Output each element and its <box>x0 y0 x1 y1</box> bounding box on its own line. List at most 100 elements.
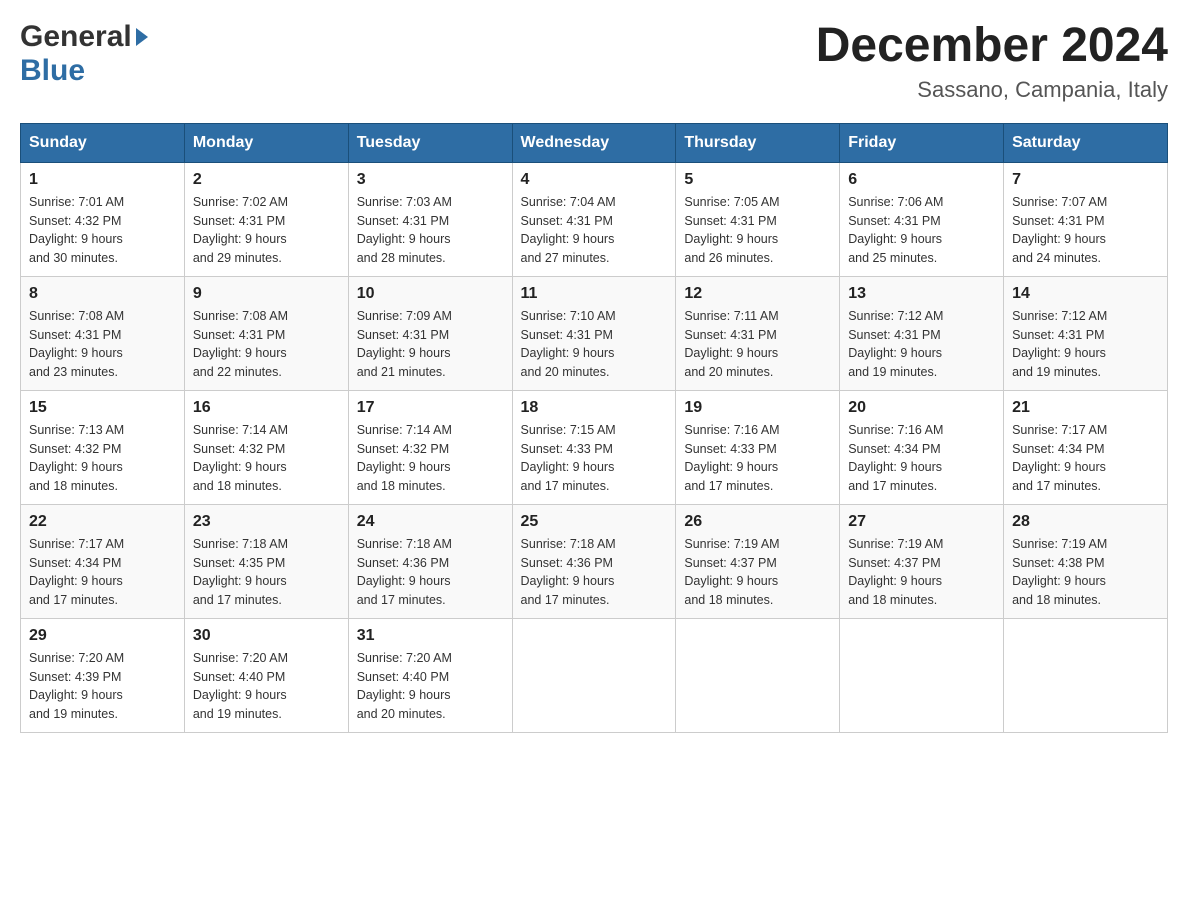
day-number: 6 <box>848 171 995 189</box>
calendar-cell <box>840 618 1004 732</box>
weekday-header-saturday: Saturday <box>1004 123 1168 162</box>
week-row-2: 8Sunrise: 7:08 AMSunset: 4:31 PMDaylight… <box>21 276 1168 390</box>
day-info: Sunrise: 7:16 AMSunset: 4:33 PMDaylight:… <box>684 421 831 496</box>
day-number: 19 <box>684 399 831 417</box>
day-number: 21 <box>1012 399 1159 417</box>
day-number: 9 <box>193 285 340 303</box>
calendar-cell: 23Sunrise: 7:18 AMSunset: 4:35 PMDayligh… <box>184 504 348 618</box>
week-row-4: 22 Sunrise: 7:17 AMSunset: 4:34 PMDayligh… <box>21 504 1168 618</box>
day-info: Sunrise: 7:19 AMSunset: 4:37 PMDaylight:… <box>684 535 831 610</box>
calendar-cell: 3 Sunrise: 7:03 AMSunset: 4:31 PMDaylight… <box>348 162 512 276</box>
day-info: Sunrise: 7:17 AMSunset: 4:34 PMDaylight:… <box>29 535 176 610</box>
calendar-cell: 5 Sunrise: 7:05 AMSunset: 4:31 PMDaylight… <box>676 162 840 276</box>
calendar-cell: 21 Sunrise: 7:17 AMSunset: 4:34 PMDayligh… <box>1004 390 1168 504</box>
weekday-header-monday: Monday <box>184 123 348 162</box>
calendar-body: 1Sunrise: 7:01 AMSunset: 4:32 PMDaylight… <box>21 162 1168 732</box>
calendar-cell: 20 Sunrise: 7:16 AMSunset: 4:34 PMDayligh… <box>840 390 1004 504</box>
calendar-cell: 18 Sunrise: 7:15 AMSunset: 4:33 PMDayligh… <box>512 390 676 504</box>
day-number: 18 <box>521 399 668 417</box>
day-info: Sunrise: 7:10 AMSunset: 4:31 PMDaylight:… <box>521 307 668 382</box>
day-info: Sunrise: 7:20 AMSunset: 4:40 PMDaylight:… <box>193 649 340 724</box>
day-number: 20 <box>848 399 995 417</box>
day-number: 13 <box>848 285 995 303</box>
day-info: Sunrise: 7:16 AMSunset: 4:34 PMDaylight:… <box>848 421 995 496</box>
calendar-cell: 4 Sunrise: 7:04 AMSunset: 4:31 PMDaylight… <box>512 162 676 276</box>
day-number: 10 <box>357 285 504 303</box>
week-row-1: 1Sunrise: 7:01 AMSunset: 4:32 PMDaylight… <box>21 162 1168 276</box>
calendar-cell <box>676 618 840 732</box>
day-info: Sunrise: 7:18 AMSunset: 4:35 PMDaylight:… <box>193 535 340 610</box>
day-info: Sunrise: 7:19 AMSunset: 4:37 PMDaylight:… <box>848 535 995 610</box>
weekday-header-row: SundayMondayTuesdayWednesdayThursdayFrid… <box>21 123 1168 162</box>
calendar-cell: 16Sunrise: 7:14 AMSunset: 4:32 PMDayligh… <box>184 390 348 504</box>
day-number: 11 <box>521 285 668 303</box>
day-info: Sunrise: 7:08 AMSunset: 4:31 PMDaylight:… <box>29 307 176 382</box>
day-number: 3 <box>357 171 504 189</box>
day-number: 24 <box>357 513 504 531</box>
day-info: Sunrise: 7:01 AMSunset: 4:32 PMDaylight:… <box>29 193 176 268</box>
weekday-header-tuesday: Tuesday <box>348 123 512 162</box>
day-info: Sunrise: 7:04 AMSunset: 4:31 PMDaylight:… <box>521 193 668 268</box>
calendar-cell: 8Sunrise: 7:08 AMSunset: 4:31 PMDaylight… <box>21 276 185 390</box>
page-header: General Blue December 2024 Sassano, Camp… <box>20 20 1168 103</box>
week-row-5: 29 Sunrise: 7:20 AMSunset: 4:39 PMDayligh… <box>21 618 1168 732</box>
day-info: Sunrise: 7:17 AMSunset: 4:34 PMDaylight:… <box>1012 421 1159 496</box>
calendar-cell: 17 Sunrise: 7:14 AMSunset: 4:32 PMDayligh… <box>348 390 512 504</box>
weekday-header-wednesday: Wednesday <box>512 123 676 162</box>
day-number: 25 <box>521 513 668 531</box>
calendar-cell <box>512 618 676 732</box>
calendar-cell: 7 Sunrise: 7:07 AMSunset: 4:31 PMDaylight… <box>1004 162 1168 276</box>
day-info: Sunrise: 7:15 AMSunset: 4:33 PMDaylight:… <box>521 421 668 496</box>
calendar-cell: 11 Sunrise: 7:10 AMSunset: 4:31 PMDayligh… <box>512 276 676 390</box>
calendar-cell <box>1004 618 1168 732</box>
day-info: Sunrise: 7:09 AMSunset: 4:31 PMDaylight:… <box>357 307 504 382</box>
calendar-cell: 22 Sunrise: 7:17 AMSunset: 4:34 PMDayligh… <box>21 504 185 618</box>
day-number: 30 <box>193 627 340 645</box>
weekday-header-thursday: Thursday <box>676 123 840 162</box>
day-number: 16 <box>193 399 340 417</box>
weekday-header-sunday: Sunday <box>21 123 185 162</box>
calendar-cell: 30 Sunrise: 7:20 AMSunset: 4:40 PMDayligh… <box>184 618 348 732</box>
calendar-cell: 26 Sunrise: 7:19 AMSunset: 4:37 PMDayligh… <box>676 504 840 618</box>
logo-blue-text: Blue <box>20 54 85 87</box>
calendar-cell: 28Sunrise: 7:19 AMSunset: 4:38 PMDayligh… <box>1004 504 1168 618</box>
calendar-cell: 31 Sunrise: 7:20 AMSunset: 4:40 PMDayligh… <box>348 618 512 732</box>
day-number: 31 <box>357 627 504 645</box>
calendar-cell: 9Sunrise: 7:08 AMSunset: 4:31 PMDaylight… <box>184 276 348 390</box>
calendar-cell: 27 Sunrise: 7:19 AMSunset: 4:37 PMDayligh… <box>840 504 1004 618</box>
day-number: 17 <box>357 399 504 417</box>
day-info: Sunrise: 7:05 AMSunset: 4:31 PMDaylight:… <box>684 193 831 268</box>
day-info: Sunrise: 7:20 AMSunset: 4:40 PMDaylight:… <box>357 649 504 724</box>
day-number: 7 <box>1012 171 1159 189</box>
day-info: Sunrise: 7:03 AMSunset: 4:31 PMDaylight:… <box>357 193 504 268</box>
calendar-cell: 10 Sunrise: 7:09 AMSunset: 4:31 PMDayligh… <box>348 276 512 390</box>
day-info: Sunrise: 7:12 AMSunset: 4:31 PMDaylight:… <box>848 307 995 382</box>
day-number: 4 <box>521 171 668 189</box>
day-info: Sunrise: 7:06 AMSunset: 4:31 PMDaylight:… <box>848 193 995 268</box>
logo: General Blue <box>20 20 148 88</box>
day-number: 22 <box>29 513 176 531</box>
weekday-header-friday: Friday <box>840 123 1004 162</box>
day-number: 14 <box>1012 285 1159 303</box>
calendar-subtitle: Sassano, Campania, Italy <box>816 77 1168 103</box>
calendar-cell: 29 Sunrise: 7:20 AMSunset: 4:39 PMDayligh… <box>21 618 185 732</box>
week-row-3: 15 Sunrise: 7:13 AMSunset: 4:32 PMDayligh… <box>21 390 1168 504</box>
day-number: 5 <box>684 171 831 189</box>
logo-arrow-icon <box>136 28 148 46</box>
day-info: Sunrise: 7:12 AMSunset: 4:31 PMDaylight:… <box>1012 307 1159 382</box>
logo-blue-row: Blue <box>20 54 148 88</box>
day-info: Sunrise: 7:13 AMSunset: 4:32 PMDaylight:… <box>29 421 176 496</box>
day-number: 12 <box>684 285 831 303</box>
day-number: 15 <box>29 399 176 417</box>
day-info: Sunrise: 7:20 AMSunset: 4:39 PMDaylight:… <box>29 649 176 724</box>
day-info: Sunrise: 7:07 AMSunset: 4:31 PMDaylight:… <box>1012 193 1159 268</box>
calendar-cell: 15 Sunrise: 7:13 AMSunset: 4:32 PMDayligh… <box>21 390 185 504</box>
day-info: Sunrise: 7:14 AMSunset: 4:32 PMDaylight:… <box>357 421 504 496</box>
day-number: 27 <box>848 513 995 531</box>
day-number: 26 <box>684 513 831 531</box>
day-number: 29 <box>29 627 176 645</box>
day-info: Sunrise: 7:02 AMSunset: 4:31 PMDaylight:… <box>193 193 340 268</box>
calendar-cell: 1Sunrise: 7:01 AMSunset: 4:32 PMDaylight… <box>21 162 185 276</box>
day-info: Sunrise: 7:18 AMSunset: 4:36 PMDaylight:… <box>521 535 668 610</box>
calendar-cell: 6 Sunrise: 7:06 AMSunset: 4:31 PMDaylight… <box>840 162 1004 276</box>
